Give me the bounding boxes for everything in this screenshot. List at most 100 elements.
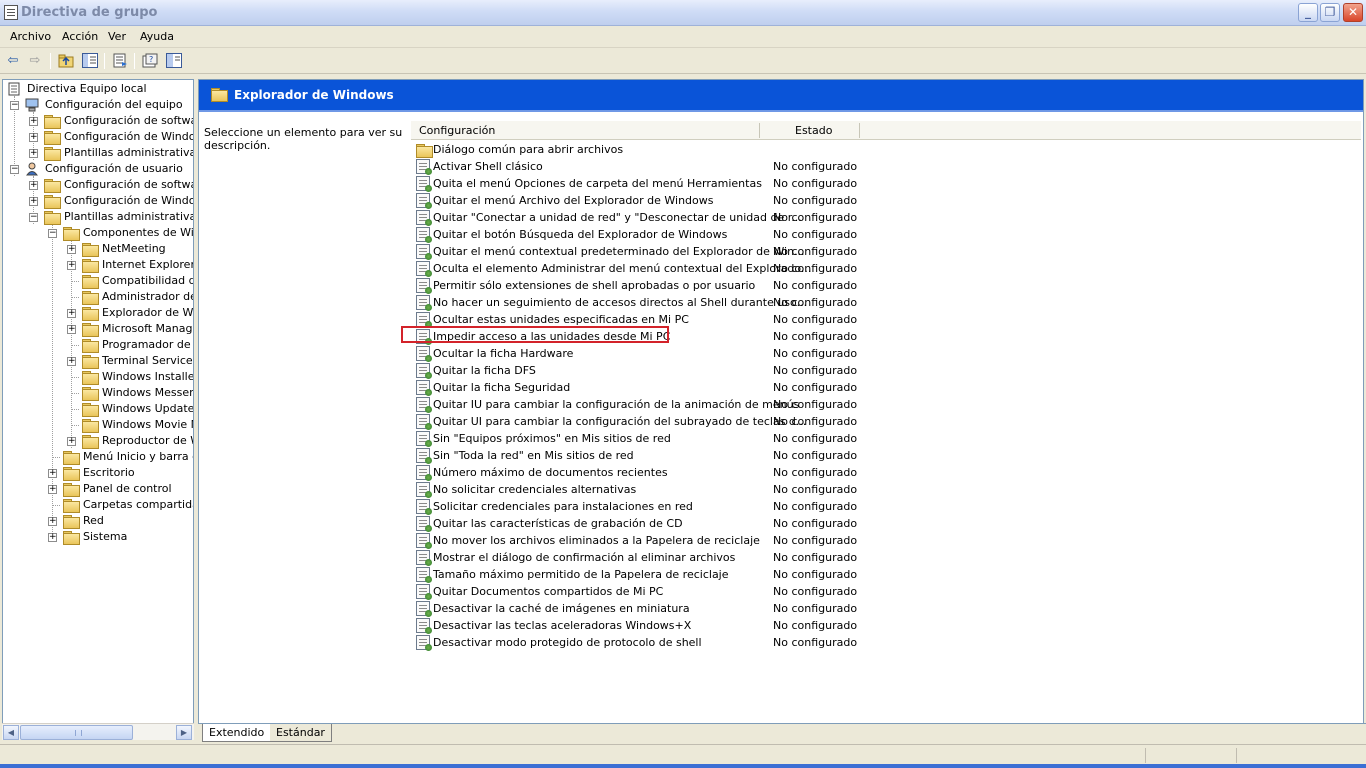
policy-row[interactable]: Quitar Documentos compartidos de Mi PC No… <box>413 583 1353 600</box>
tree-item[interactable]: + Configuración de software <box>3 177 193 193</box>
expand-icon[interactable]: + <box>67 245 76 254</box>
tree-item[interactable]: + Red <box>3 513 193 529</box>
tree-item[interactable]: + Terminal Services <box>3 353 193 369</box>
expand-icon[interactable]: + <box>67 309 76 318</box>
column-estado[interactable]: Estado <box>795 124 832 137</box>
menu-archivo[interactable]: Archivo <box>10 30 51 43</box>
tree-item[interactable]: + Configuración de Windows <box>3 129 193 145</box>
policy-row[interactable]: Desactivar las teclas aceleradoras Windo… <box>413 617 1353 634</box>
policy-row[interactable]: Mostrar el diálogo de confirmación al el… <box>413 549 1353 566</box>
tree-pane[interactable]: Directiva Equipo local − Configuración del… <box>2 79 194 740</box>
tree-item[interactable]: + Sistema <box>3 529 193 545</box>
tree-item[interactable]: Carpetas compartidas <box>3 497 193 513</box>
expand-icon[interactable]: + <box>67 437 76 446</box>
tree-item[interactable]: − Componentes de Windo <box>3 225 193 241</box>
policy-row[interactable]: Quitar la ficha DFS No configurado <box>413 362 1353 379</box>
policy-row[interactable]: No hacer un seguimiento de accesos direc… <box>413 294 1353 311</box>
expand-icon[interactable]: + <box>29 117 38 126</box>
menu-ayuda[interactable]: Ayuda <box>140 30 174 43</box>
expand-icon[interactable]: + <box>48 469 57 478</box>
policy-row[interactable]: Diálogo común para abrir archivos <box>413 141 1353 158</box>
tree-item[interactable]: − Configuración del equipo <box>3 97 193 113</box>
policy-row[interactable]: Desactivar la caché de imágenes en minia… <box>413 600 1353 617</box>
folder-icon <box>63 467 80 481</box>
forward-arrow-icon[interactable]: ⇨ <box>25 52 45 70</box>
tree-item[interactable]: Windows Installer <box>3 369 193 385</box>
policy-row[interactable]: Quitar las características de grabación … <box>413 515 1353 532</box>
policy-row[interactable]: Activar Shell clásico No configurado <box>413 158 1353 175</box>
tree-item[interactable]: + Panel de control <box>3 481 193 497</box>
collapse-icon[interactable]: − <box>29 213 38 222</box>
tree-item[interactable]: − Configuración de usuario <box>3 161 193 177</box>
tree-item[interactable]: + Explorador de Wind <box>3 305 193 321</box>
tree-item[interactable]: Menú Inicio y barra de <box>3 449 193 465</box>
tree-item[interactable]: + Configuración de software <box>3 113 193 129</box>
tree-horizontal-scrollbar[interactable]: ◀ ▶ <box>2 723 194 740</box>
policy-row[interactable]: Permitir sólo extensiones de shell aprob… <box>413 277 1353 294</box>
tree-item[interactable]: + Reproductor de Wi <box>3 433 193 449</box>
tree-item[interactable]: − Plantillas administrativas <box>3 209 193 225</box>
tree-item[interactable]: + Internet Explorer <box>3 257 193 273</box>
expand-icon[interactable]: + <box>48 485 57 494</box>
tree-item[interactable]: Windows Movie Ma <box>3 417 193 433</box>
expand-icon[interactable]: + <box>67 357 76 366</box>
collapse-icon[interactable]: − <box>10 101 19 110</box>
tree-item[interactable]: + Microsoft Managem <box>3 321 193 337</box>
tree-item[interactable]: + NetMeeting <box>3 241 193 257</box>
expand-icon[interactable]: + <box>67 261 76 270</box>
policy-row[interactable]: Tamaño máximo permitido de la Papelera d… <box>413 566 1353 583</box>
policy-row[interactable]: Solicitar credenciales para instalacione… <box>413 498 1353 515</box>
help-pane-icon[interactable] <box>166 53 182 68</box>
tree-item[interactable]: Administrador de d <box>3 289 193 305</box>
policy-row[interactable]: Quitar IU para cambiar la configuración … <box>413 396 1353 413</box>
back-arrow-icon[interactable]: ⇦ <box>3 52 23 70</box>
collapse-icon[interactable]: − <box>48 229 57 238</box>
show-hide-tree-icon[interactable] <box>82 53 98 68</box>
tree-item[interactable]: Directiva Equipo local <box>3 81 193 97</box>
expand-icon[interactable]: + <box>29 133 38 142</box>
tree-item[interactable]: + Configuración de Windows <box>3 193 193 209</box>
properties-icon[interactable]: ? <box>142 53 158 68</box>
policy-row[interactable]: Quitar UI para cambiar la configuración … <box>413 413 1353 430</box>
column-configuracion[interactable]: Configuración <box>419 124 495 137</box>
collapse-icon[interactable]: − <box>10 165 19 174</box>
policy-row[interactable]: Número máximo de documentos recientes No … <box>413 464 1353 481</box>
tab-estandar[interactable]: Estándar <box>270 724 332 742</box>
close-button[interactable]: ✕ <box>1343 3 1363 22</box>
maximize-button[interactable]: ❐ <box>1320 3 1340 22</box>
policy-row[interactable]: Quita el menú Opciones de carpeta del me… <box>413 175 1353 192</box>
policy-row[interactable]: No mover los archivos eliminados a la Pa… <box>413 532 1353 549</box>
tree-item[interactable]: Programador de ta <box>3 337 193 353</box>
tree-item[interactable]: Compatibilidad de a <box>3 273 193 289</box>
menu-ver[interactable]: Ver <box>108 30 126 43</box>
expand-icon[interactable]: + <box>29 197 38 206</box>
policy-row[interactable]: Quitar el menú Archivo del Explorador de… <box>413 192 1353 209</box>
menu-accion[interactable]: Acción <box>62 30 98 43</box>
expand-icon[interactable]: + <box>67 325 76 334</box>
policy-row[interactable]: Quitar el menú contextual predeterminado… <box>413 243 1353 260</box>
scroll-left-icon[interactable]: ◀ <box>3 725 19 740</box>
tree-item[interactable]: + Escritorio <box>3 465 193 481</box>
tree-item[interactable]: Windows Messenge <box>3 385 193 401</box>
policy-row[interactable]: No solicitar credenciales alternativas No… <box>413 481 1353 498</box>
scroll-right-icon[interactable]: ▶ <box>176 725 192 740</box>
policy-row[interactable]: Ocultar la ficha Hardware No configurado <box>413 345 1353 362</box>
tree-item[interactable]: Windows Update <box>3 401 193 417</box>
minimize-button[interactable]: _ <box>1298 3 1318 22</box>
tab-extendido[interactable]: Extendido <box>202 724 271 742</box>
expand-icon[interactable]: + <box>48 533 57 542</box>
up-folder-icon[interactable] <box>58 53 74 68</box>
expand-icon[interactable]: + <box>48 517 57 526</box>
policy-row[interactable]: Quitar la ficha Seguridad No configurado <box>413 379 1353 396</box>
scroll-thumb[interactable] <box>20 725 133 740</box>
expand-icon[interactable]: + <box>29 181 38 190</box>
policy-row[interactable]: Sin "Equipos próximos" en Mis sitios de … <box>413 430 1353 447</box>
policy-row[interactable]: Quitar el botón Búsqueda del Explorador … <box>413 226 1353 243</box>
policy-row[interactable]: Oculta el elemento Administrar del menú … <box>413 260 1353 277</box>
policy-row[interactable]: Sin "Toda la red" en Mis sitios de red No… <box>413 447 1353 464</box>
policy-row[interactable]: Desactivar modo protegido de protocolo d… <box>413 634 1353 651</box>
export-list-icon[interactable] <box>112 53 128 68</box>
tree-item[interactable]: + Plantillas administrativas <box>3 145 193 161</box>
policy-row[interactable]: Quitar "Conectar a unidad de red" y "Des… <box>413 209 1353 226</box>
expand-icon[interactable]: + <box>29 149 38 158</box>
